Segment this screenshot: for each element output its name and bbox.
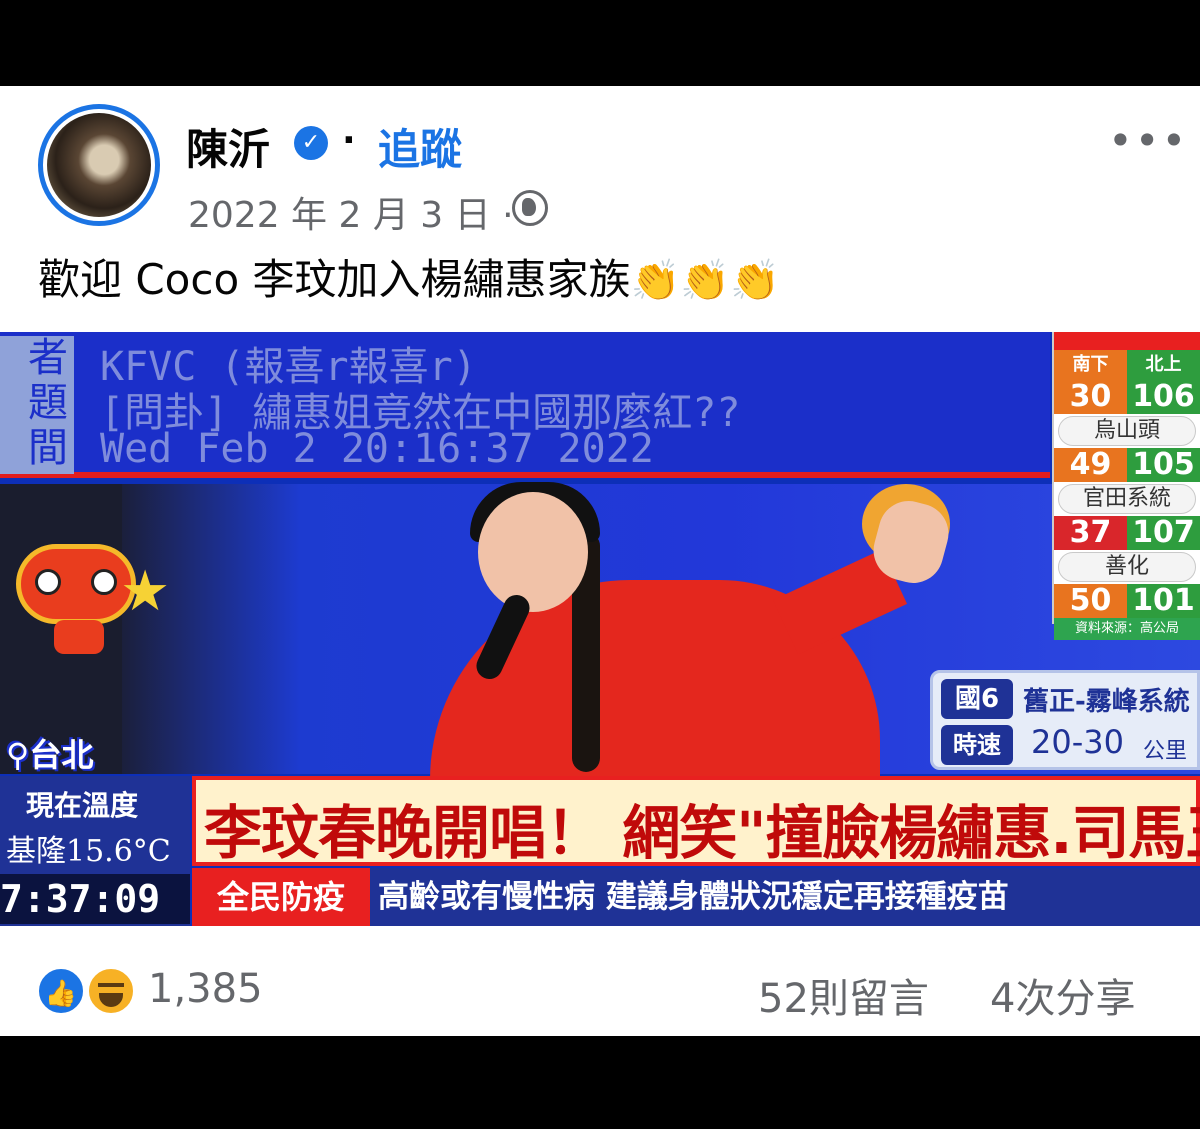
share-count[interactable]: 4次分享 (990, 966, 1135, 1024)
traffic-header-bar (1054, 332, 1200, 350)
star-icon: ★ (120, 559, 171, 624)
verified-badge-icon: ✓ (294, 126, 328, 160)
lion-head (16, 544, 136, 624)
speed-south: 37 (1054, 516, 1127, 550)
traffic-source: 資料來源：高公局 (1054, 618, 1200, 640)
traffic-row: 30 106 (1054, 380, 1200, 414)
follow-button[interactable]: 追蹤 (378, 116, 462, 177)
speed-north: 101 (1127, 584, 1200, 618)
highway-route: 國6 (941, 679, 1013, 719)
author-avatar[interactable] (38, 104, 160, 226)
direction-south: 南下 (1054, 350, 1127, 380)
highway-segment: 舊正-霧峰系統 (1023, 687, 1190, 717)
sub-ticker-text: 高齡或有慢性病 建議身體狀況穩定再接種疫苗 (378, 879, 1009, 915)
speed-north: 105 (1127, 448, 1200, 482)
ptt-label-title: 題 (28, 380, 68, 426)
caption-text: 歡迎 Coco 李玟加入楊繡惠家族 (38, 255, 631, 304)
reaction-count[interactable]: 1,385 (148, 966, 263, 1012)
ptt-time-line: Wed Feb 2 20:16:37 2022 (100, 426, 654, 472)
lion-body (54, 620, 104, 654)
facebook-post: 陳沂 ✓ · 追蹤 2022 年 2 月 3 日 · ••• 歡迎 Coco 李… (0, 86, 1200, 1036)
traffic-row: 49 105 (1054, 448, 1200, 482)
globe-icon (512, 190, 548, 226)
speed-label: 時速 (941, 725, 1013, 765)
ptt-label-time: 間 (28, 425, 68, 471)
traffic-station: 善化 (1058, 552, 1196, 582)
singer-face (478, 492, 588, 612)
avatar-image (47, 113, 151, 217)
weather-temp: 基隆15.6°C (6, 834, 171, 869)
separator-dot: · (342, 120, 356, 161)
haha-icon (86, 966, 136, 1016)
more-options-icon[interactable]: ••• (1108, 116, 1188, 165)
direction-north: 北上 (1127, 350, 1200, 380)
sub-ticker-tag: 全民防疫 (192, 868, 370, 926)
headline-text: 李玟春晚開唱！ 網笑"撞臉楊繡惠.司馬玉嬌" (204, 799, 1200, 867)
location-text: 台北 (29, 736, 94, 774)
ptt-article-header: 者 題 間 KFVC (報喜r報喜r) [問卦] 繡惠姐竟然在中國那麼紅?? W… (0, 332, 1050, 478)
speed-south: 49 (1054, 448, 1127, 482)
weather-title: 現在溫度 (26, 789, 139, 822)
lion-eye-right (91, 569, 117, 595)
speed-unit: 公里 (1143, 739, 1188, 764)
traffic-row: 50 101 (1054, 584, 1200, 618)
post-date[interactable]: 2022 年 2 月 3 日 · (188, 186, 514, 238)
traffic-station: 烏山頭 (1058, 416, 1196, 446)
speed-value: 20-30 (1031, 723, 1124, 761)
lion-eye-left (35, 569, 61, 595)
post-image[interactable]: 者 題 間 KFVC (報喜r報喜r) [問卦] 繡惠姐竟然在中國那麼紅?? W… (0, 332, 1200, 926)
clapping-hands-icon: 👏👏👏 (630, 258, 780, 304)
news-headline: 李玟春晚開唱！ 網笑"撞臉楊繡惠.司馬玉嬌" (192, 776, 1200, 867)
sub-ticker: 全民防疫 高齡或有慢性病 建議身體狀況穩定再接種疫苗 (192, 868, 1200, 926)
ptt-field-labels: 者 題 間 (0, 336, 74, 474)
speed-north: 107 (1127, 516, 1200, 550)
weather-clock-box: 現在溫度 基隆15.6°C 7:37:09 (0, 776, 190, 926)
like-icon: 👍 (36, 966, 86, 1016)
post-caption: 歡迎 Coco 李玟加入楊繡惠家族👏👏👏 (38, 246, 780, 307)
location-label: ⚲台北 (6, 736, 94, 774)
highway-info: 國6 舊正-霧峰系統 時速 20-30 公里 (930, 670, 1200, 770)
comment-count[interactable]: 52則留言 (758, 966, 929, 1024)
speed-south: 50 (1054, 584, 1127, 618)
speed-south: 30 (1054, 380, 1127, 414)
speed-north: 106 (1127, 380, 1200, 414)
ptt-label-author: 者 (28, 335, 68, 381)
lion-dance-icon (16, 544, 136, 654)
traffic-directions: 南下 北上 (1054, 350, 1200, 380)
clock-time: 7:37:09 (0, 874, 190, 924)
traffic-row: 37 107 (1054, 516, 1200, 550)
author-name[interactable]: 陳沂 (186, 116, 270, 177)
traffic-station: 官田系統 (1058, 484, 1196, 514)
traffic-panel: 南下 北上 30 106 烏山頭 49 105 官田系統 37 107 善化 5… (1052, 332, 1200, 640)
